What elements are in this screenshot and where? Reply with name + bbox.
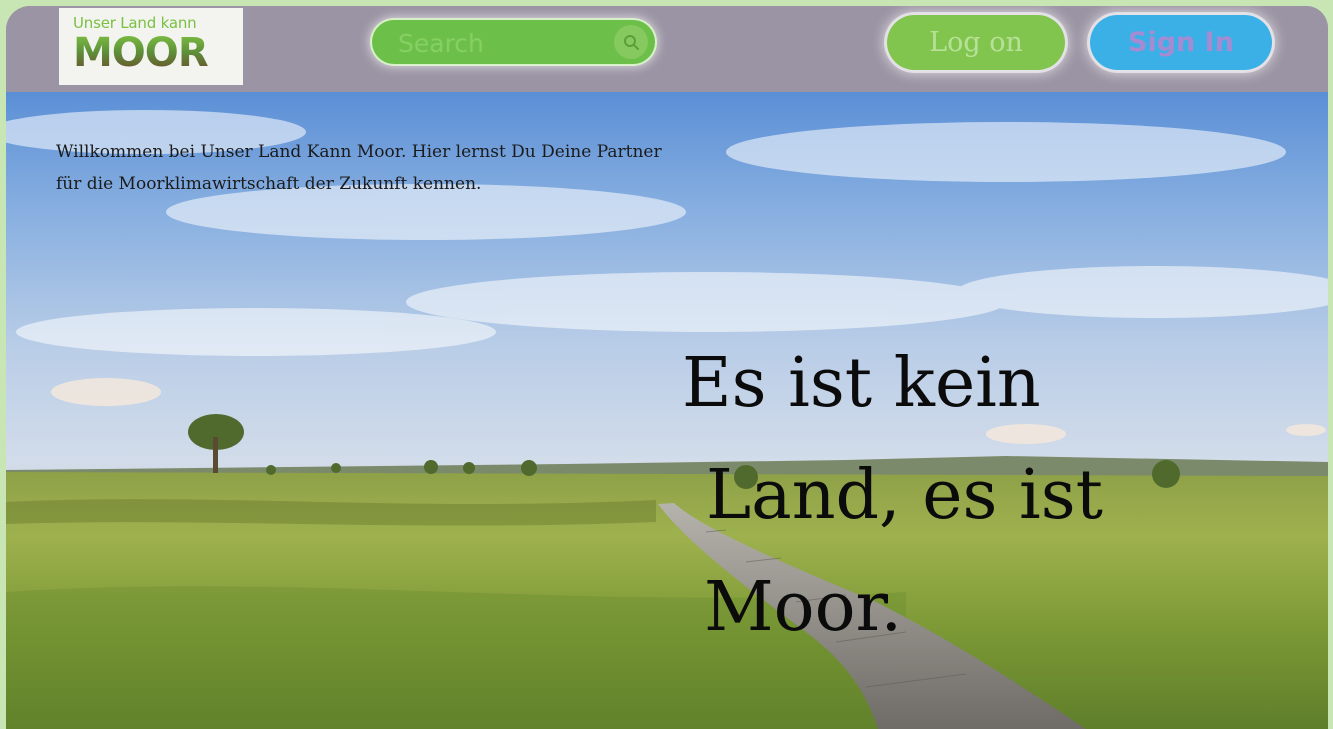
hero-tagline: Es ist kein Land, es ist Moor. xyxy=(682,328,1103,664)
log-on-button[interactable]: Log on xyxy=(887,15,1065,70)
welcome-text: Willkommen bei Unser Land Kann Moor. Hie… xyxy=(56,136,776,200)
search-button[interactable] xyxy=(614,25,648,59)
sign-in-button[interactable]: Sign In xyxy=(1090,15,1272,70)
search-icon xyxy=(624,35,639,50)
hero-section: Willkommen bei Unser Land Kann Moor. Hie… xyxy=(6,92,1328,729)
tagline-line-3: Moor. xyxy=(704,568,903,647)
tagline-line-2: Land, es ist xyxy=(706,456,1103,535)
page-frame: Unser Land kann MOOR Log on Sign In xyxy=(6,6,1328,729)
search-bar xyxy=(372,20,655,64)
top-navigation-bar: Unser Land kann MOOR Log on Sign In xyxy=(6,6,1328,92)
log-on-label: Log on xyxy=(929,27,1023,58)
search-input[interactable] xyxy=(396,26,600,60)
welcome-line-1: Willkommen bei Unser Land Kann Moor. Hie… xyxy=(56,142,662,162)
sign-in-label: Sign In xyxy=(1128,27,1234,58)
tagline-line-1: Es ist kein xyxy=(682,344,1041,423)
site-logo[interactable]: Unser Land kann MOOR xyxy=(59,8,243,85)
welcome-line-2: für die Moorklimawirtschaft der Zukunft … xyxy=(56,174,482,194)
logo-text-moor: MOOR xyxy=(73,33,233,73)
